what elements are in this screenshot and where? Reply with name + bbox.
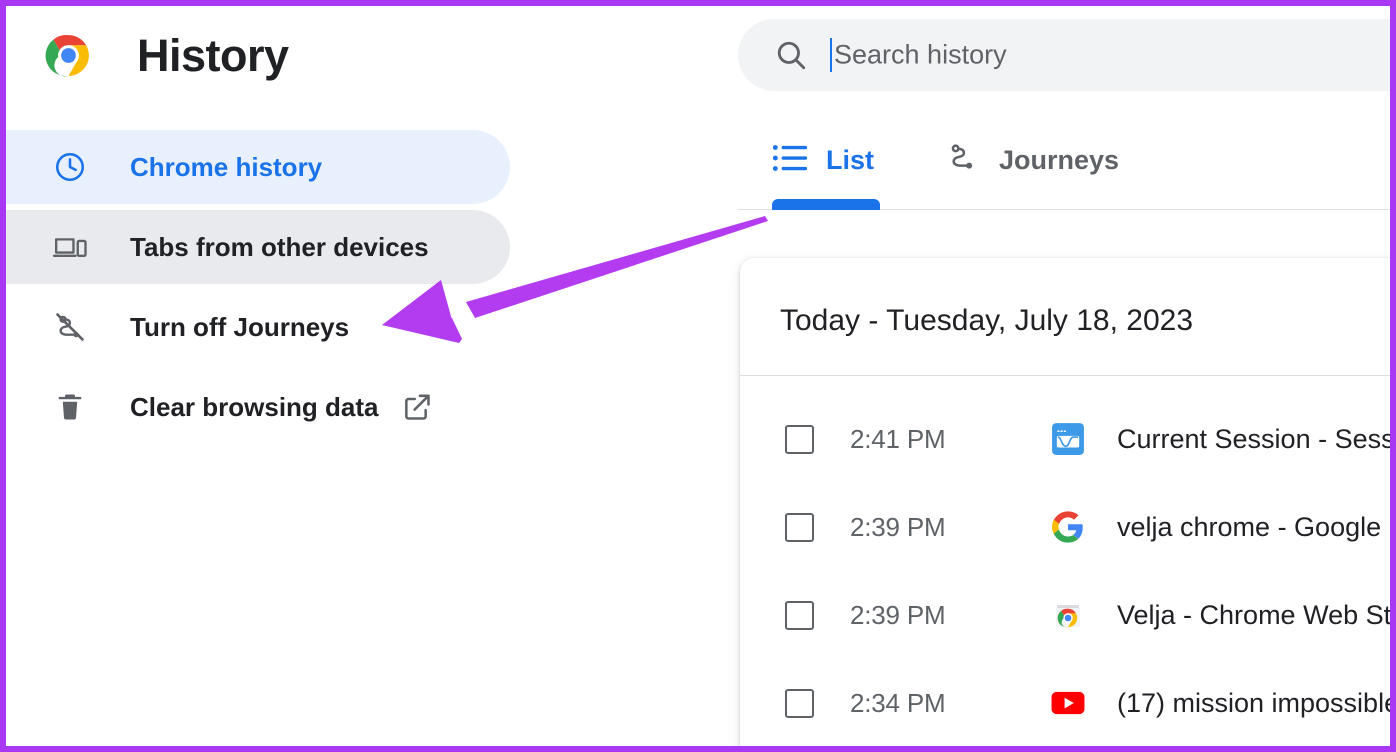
search-placeholder: Search history	[834, 39, 1007, 70]
table-row[interactable]: 2:39 PM Velja - Chrome Web Stor	[740, 571, 1390, 659]
row-time: 2:39 PM	[850, 511, 946, 542]
sidebar-item-tabs-from-other-devices[interactable]: Tabs from other devices	[6, 210, 510, 284]
youtube-icon	[1051, 686, 1085, 720]
clock-icon	[50, 147, 90, 187]
list-icon	[772, 143, 808, 178]
sidebar-item-label: Clear browsing data	[130, 391, 379, 422]
table-row[interactable]: 2:34 PM (17) mission impossible	[740, 659, 1390, 746]
active-tab-indicator	[772, 199, 880, 210]
history-page: History Search history Chrome history Ta…	[6, 6, 1390, 746]
tab-list[interactable]: List	[772, 130, 874, 190]
card-divider	[740, 375, 1390, 376]
browser-window: History Search history Chrome history Ta…	[0, 0, 1396, 752]
sidebar-item-label: Tabs from other devices	[130, 231, 429, 262]
row-title[interactable]: Current Session - Sessio	[1117, 424, 1390, 455]
row-checkbox[interactable]	[785, 424, 814, 454]
search-input[interactable]: Search history	[738, 19, 1390, 91]
chrome-logo-icon	[44, 31, 93, 80]
journeys-off-icon	[50, 307, 90, 347]
row-checkbox[interactable]	[785, 688, 814, 718]
sidebar-item-label: Turn off Journeys	[130, 311, 350, 342]
external-link-icon	[401, 391, 433, 423]
sidebar-item-turn-off-journeys[interactable]: Turn off Journeys	[6, 290, 510, 364]
row-time: 2:39 PM	[850, 599, 946, 630]
chrome-web-store-icon	[1051, 598, 1085, 632]
row-title[interactable]: velja chrome - Google Se	[1117, 512, 1390, 543]
row-checkbox[interactable]	[785, 512, 814, 542]
tab-list-label: List	[826, 144, 875, 175]
row-title[interactable]: Velja - Chrome Web Stor	[1117, 600, 1390, 631]
tab-journeys[interactable]: Journeys	[945, 130, 1119, 190]
row-checkbox[interactable]	[785, 600, 814, 630]
journeys-icon	[945, 140, 981, 181]
row-title[interactable]: (17) mission impossible	[1117, 688, 1390, 719]
trash-icon	[50, 387, 90, 427]
row-time: 2:34 PM	[850, 687, 946, 718]
devices-icon	[50, 227, 90, 267]
search-icon	[774, 38, 808, 72]
page-title: History	[137, 30, 289, 81]
sidebar-item-clear-browsing-data[interactable]: Clear browsing data	[6, 370, 510, 444]
history-group-header: Today - Tuesday, July 18, 2023	[780, 304, 1194, 337]
history-list-card: Today - Tuesday, July 18, 2023 2:41 PM C…	[740, 258, 1390, 746]
sidebar-item-label: Chrome history	[130, 151, 323, 182]
row-time: 2:41 PM	[850, 423, 946, 454]
table-row[interactable]: 2:41 PM Current Session - Sessio	[740, 395, 1390, 483]
sidebar-item-chrome-history[interactable]: Chrome history	[6, 130, 510, 204]
text-caret	[830, 38, 832, 72]
session-buddy-icon	[1051, 422, 1085, 456]
google-icon	[1051, 510, 1085, 544]
table-row[interactable]: 2:39 PM velja chrome - Google Se	[740, 483, 1390, 571]
tab-journeys-label: Journeys	[999, 144, 1120, 175]
